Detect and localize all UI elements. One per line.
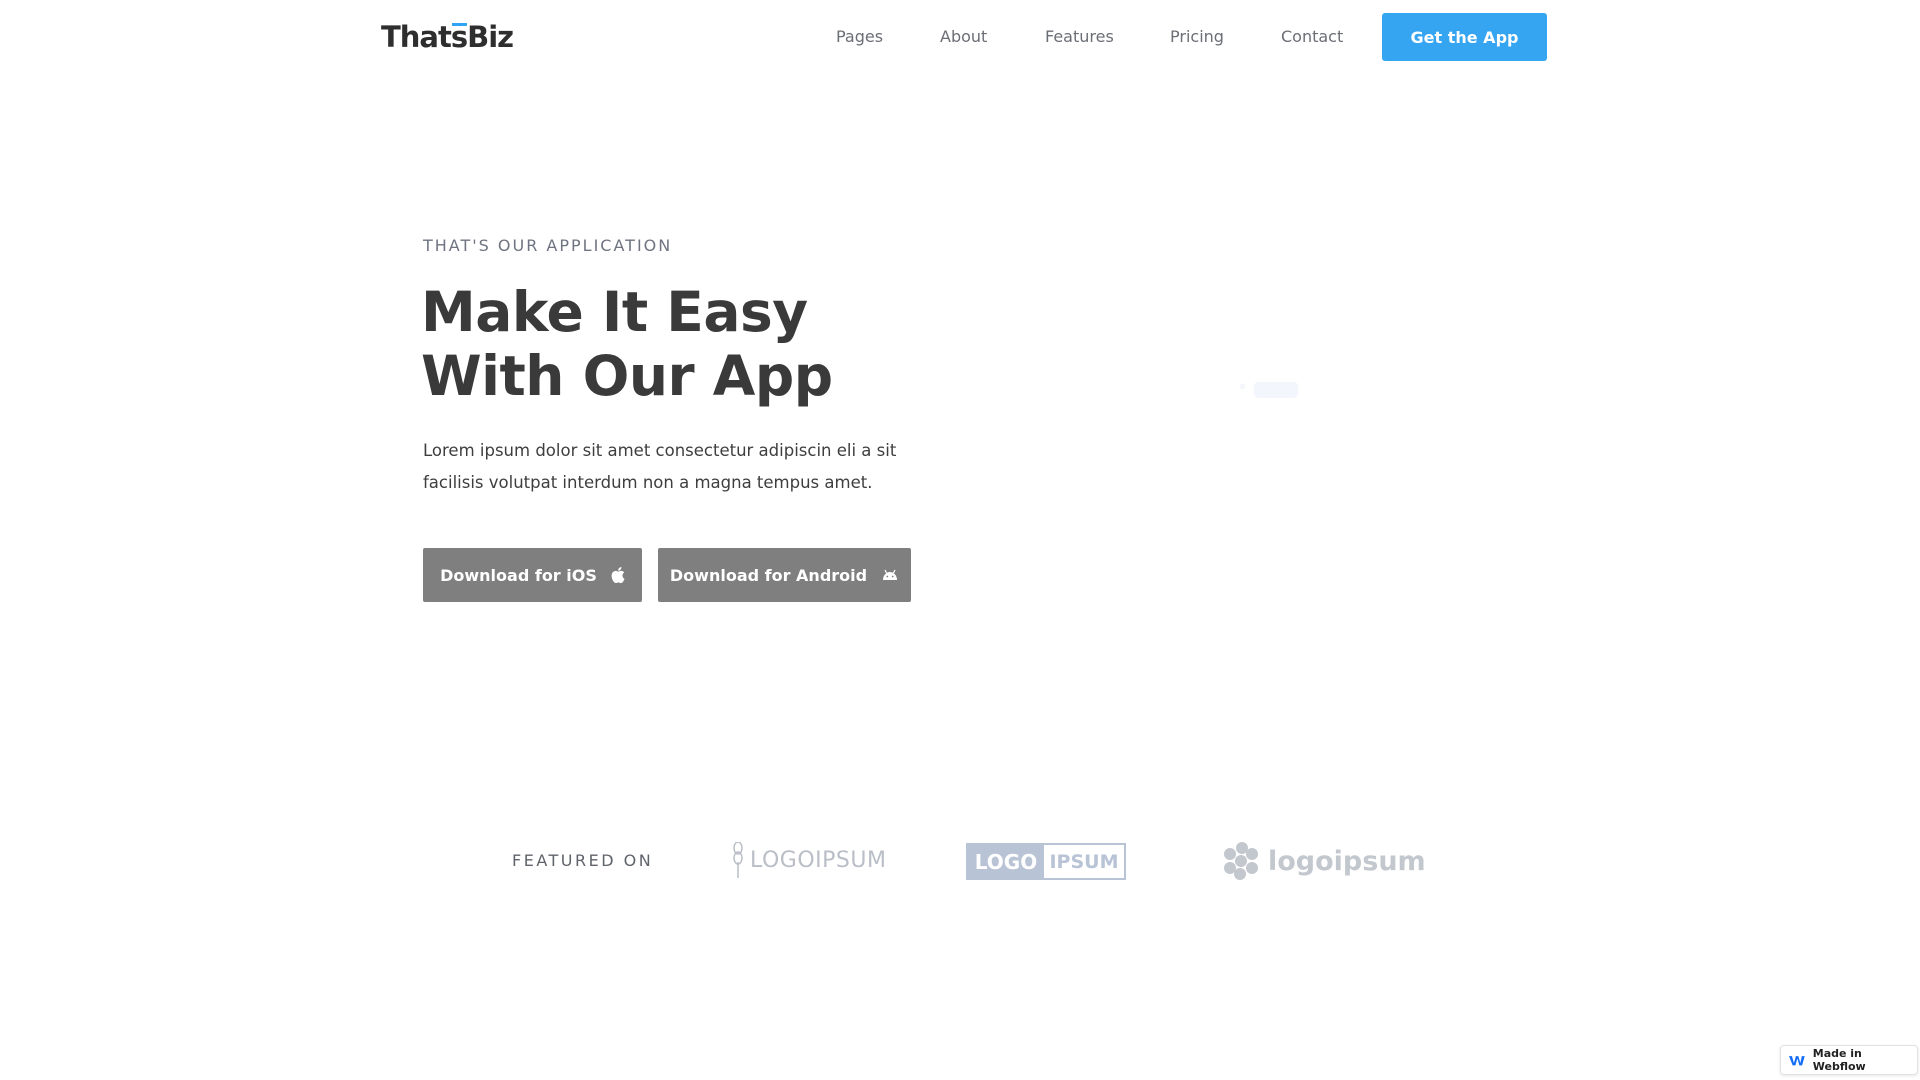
hero-description: Lorem ipsum dolor sit amet consectetur a… — [423, 441, 897, 492]
download-ios-button[interactable]: Download for iOS — [423, 548, 642, 602]
nav-link-features[interactable]: Features — [1045, 27, 1114, 46]
featured-logo-3-text: logoipsum — [1268, 845, 1426, 877]
featured-logo-2: LOGO IPSUM — [966, 843, 1126, 880]
wheat-icon — [733, 842, 743, 878]
hero-headline: Make It Easy With Our App — [421, 280, 833, 408]
nav-link-about[interactable]: About — [940, 27, 987, 46]
faded-app-preview-image — [1240, 382, 1298, 398]
hero-eyebrow: THAT'S OUR APPLICATION — [423, 236, 673, 255]
logo-accent-bar — [452, 23, 467, 26]
download-android-button[interactable]: Download for Android — [658, 548, 911, 602]
download-ios-label: Download for iOS — [440, 565, 597, 585]
site-header: ThatsBiz Pages About Features Pricing Co… — [0, 0, 1920, 75]
hero-headline-line1: Make It Easy — [421, 280, 808, 344]
featured-logo-1-text: LOGOIPSUM — [750, 847, 887, 873]
featured-logo-2-right: IPSUM — [1049, 850, 1119, 873]
dots-mark-icon — [1224, 842, 1258, 880]
made-in-webflow-badge[interactable]: Made in Webflow — [1780, 1045, 1918, 1075]
nav-link-pricing[interactable]: Pricing — [1170, 27, 1224, 46]
made-in-webflow-label: Made in Webflow — [1812, 1047, 1866, 1073]
download-android-label: Download for Android — [669, 565, 868, 585]
featured-on-label: FEATURED ON — [512, 851, 654, 870]
nav-link-pages[interactable]: Pages — [836, 27, 883, 46]
site-logo-text: ThatsBiz — [381, 20, 514, 54]
featured-logo-1: LOGOIPSUM — [732, 842, 886, 878]
site-logo[interactable]: ThatsBiz — [381, 20, 514, 54]
android-icon — [883, 569, 898, 580]
featured-logo-2-left: LOGO — [968, 845, 1044, 878]
webflow-icon — [1789, 1055, 1805, 1065]
featured-logo-3: logoipsum — [1222, 842, 1426, 880]
hero-headline-line2: With Our App — [421, 344, 833, 408]
nav-link-contact[interactable]: Contact — [1281, 27, 1343, 46]
apple-icon — [611, 567, 625, 583]
get-the-app-button[interactable]: Get the App — [1382, 13, 1547, 61]
